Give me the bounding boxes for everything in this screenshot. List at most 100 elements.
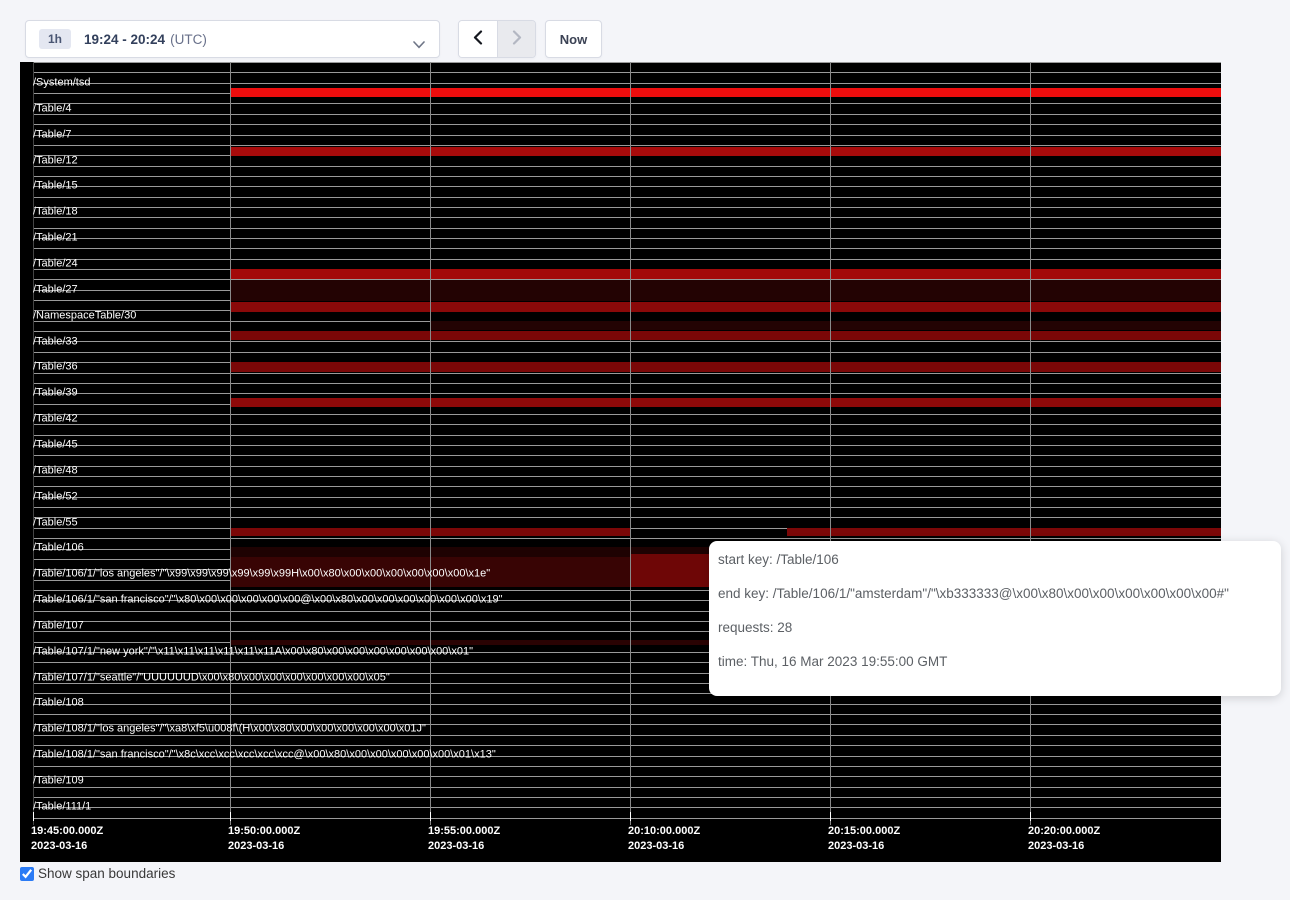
span-boundary-line [33, 414, 1221, 415]
key-label: /NamespaceTable/30 [33, 310, 136, 321]
tooltip-time: time: Thu, 16 Mar 2023 19:55:00 GMT [718, 645, 1271, 679]
heat-band [630, 554, 710, 587]
axis-date-label: 2023-03-16 [428, 840, 484, 852]
time-range-dropdown[interactable]: 1h 19:24 - 20:24 (UTC) [25, 20, 440, 58]
now-button[interactable]: Now [545, 20, 602, 58]
key-label: /Table/21 [33, 233, 78, 244]
span-boundary-line [33, 455, 1221, 456]
span-boundary-line [33, 517, 1221, 518]
key-label: /Table/7 [33, 129, 72, 140]
heat-band [230, 362, 1221, 372]
span-boundary-line [33, 818, 1221, 819]
key-label: /Table/36 [33, 362, 78, 373]
span-boundary-line [33, 341, 1221, 342]
span-boundary-line [33, 238, 1221, 239]
axis-time-label: 20:20:00.000Z [1028, 825, 1100, 837]
span-boundary-line [33, 745, 1221, 746]
range-duration-badge: 1h [39, 29, 71, 49]
axis-date-label: 2023-03-16 [828, 840, 884, 852]
span-boundary-line [33, 186, 1221, 187]
tooltip-start-key: start key: /Table/106 [718, 543, 1271, 577]
axis-date-label: 2023-03-16 [1028, 840, 1084, 852]
span-boundary-line [33, 83, 1221, 84]
range-timezone-suffix: (UTC) [170, 32, 207, 47]
span-boundary-line [33, 373, 1221, 374]
span-boundary-line [33, 259, 1221, 260]
axis-tick [830, 812, 831, 821]
time-gridline [430, 62, 431, 825]
key-label: /Table/39 [33, 388, 78, 399]
span-boundary-line [33, 714, 1221, 715]
range-label: 19:24 - 20:24 [84, 32, 165, 47]
heat-band [230, 269, 1221, 279]
axis-tick [1030, 812, 1031, 821]
key-label: /Table/12 [33, 155, 78, 166]
span-tooltip: start key: /Table/106 end key: /Table/10… [709, 541, 1281, 696]
key-label: /Table/108 [33, 698, 84, 709]
axis-date-label: 2023-03-16 [31, 840, 87, 852]
span-boundary-line [33, 176, 1221, 177]
chevron-down-icon [413, 36, 425, 54]
span-boundary-line [33, 476, 1221, 477]
key-label: /Table/108/1/"san francisco"/"\x8c\xcc\x… [33, 750, 496, 761]
span-boundary-line [33, 538, 1221, 539]
span-boundary-line [33, 103, 1221, 104]
span-boundaries-label: Show span boundaries [38, 866, 175, 881]
key-label: /Table/48 [33, 465, 78, 476]
span-boundary-line [33, 445, 1221, 446]
axis-time-label: 19:45:00.000Z [31, 825, 103, 837]
time-gridline [1030, 62, 1031, 825]
span-boundary-line [33, 393, 1221, 394]
heat-band [230, 398, 1221, 407]
axis-tick [33, 812, 34, 821]
span-boundary-line [33, 114, 1221, 115]
span-boundary-line [33, 62, 1221, 63]
axis-time-label: 20:10:00.000Z [628, 825, 700, 837]
key-label: /Table/27 [33, 284, 78, 295]
key-label: /Table/107/1/"seattle"/"UUUUUUD\x00\x80\… [33, 672, 390, 683]
span-boundary-line [33, 424, 1221, 425]
span-boundary-line [33, 486, 1221, 487]
span-boundary-line [33, 228, 1221, 229]
span-boundaries-checkbox[interactable] [20, 867, 34, 881]
key-label: /Table/109 [33, 776, 84, 787]
key-label: /Table/15 [33, 181, 78, 192]
key-label: /Table/111/1 [33, 801, 91, 812]
key-label: /Table/107/1/"new york"/"\x11\x11\x11\x1… [33, 646, 473, 657]
span-boundary-line [33, 776, 1221, 777]
tooltip-end-key: end key: /Table/106/1/"amsterdam"/"\xb33… [718, 577, 1271, 611]
axis-date-label: 2023-03-16 [628, 840, 684, 852]
prev-interval-button[interactable] [459, 21, 497, 57]
span-boundary-line [33, 383, 1221, 384]
axis-tick [430, 812, 431, 821]
key-label: /Table/42 [33, 414, 78, 425]
heat-band [430, 321, 1221, 330]
key-label: /Table/52 [33, 491, 78, 502]
heatmap-canvas[interactable]: /System/tsd/Table/4/Table/7/Table/12/Tab… [20, 62, 1221, 862]
span-boundary-line [33, 797, 1221, 798]
time-gridline [230, 62, 231, 825]
span-boundary-line [33, 166, 1221, 167]
heat-band [230, 88, 1221, 97]
span-boundary-line [33, 807, 1221, 808]
span-boundary-line [33, 787, 1221, 788]
span-boundary-line [33, 507, 1221, 508]
key-label: /Table/107 [33, 620, 84, 631]
key-label: /Table/45 [33, 439, 78, 450]
time-nav-group [458, 20, 536, 58]
key-label: /Table/33 [33, 336, 78, 347]
next-interval-button[interactable] [497, 21, 535, 57]
span-boundary-line [33, 197, 1221, 198]
axis-time-label: 19:50:00.000Z [228, 825, 300, 837]
span-boundary-line [33, 135, 1221, 136]
heat-band [230, 302, 1221, 312]
span-boundary-line [33, 466, 1221, 467]
key-label: /Table/106/1/"los angeles"/"\x99\x99\x99… [33, 569, 490, 580]
span-boundary-line [33, 704, 1221, 705]
span-boundary-line [33, 248, 1221, 249]
toolbar: 1h 19:24 - 20:24 (UTC) Now [0, 0, 1290, 62]
key-label: /Table/106 [33, 543, 84, 554]
chevron-right-icon [512, 30, 522, 48]
span-boundary-line [33, 124, 1221, 125]
span-boundary-line [33, 207, 1221, 208]
